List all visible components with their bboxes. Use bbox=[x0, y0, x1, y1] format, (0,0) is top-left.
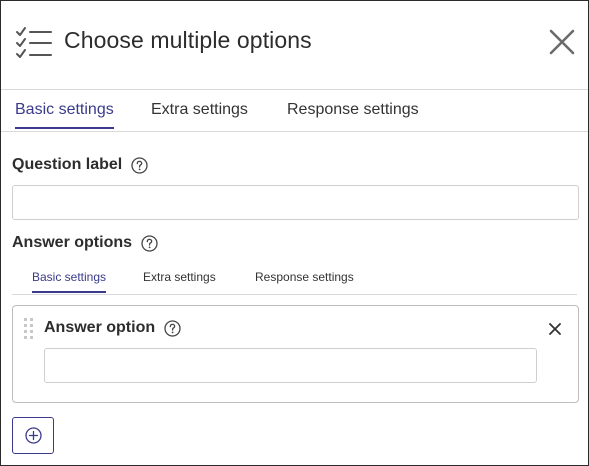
question-label-heading: Question label bbox=[12, 156, 148, 174]
close-icon[interactable] bbox=[548, 28, 576, 56]
help-icon[interactable] bbox=[164, 319, 181, 337]
question-label-input[interactable] bbox=[12, 185, 579, 220]
answer-options-tabs: Basic settings Extra settings Response s… bbox=[12, 263, 577, 295]
subtab-extra-settings[interactable]: Extra settings bbox=[143, 270, 216, 291]
checklist-icon bbox=[16, 27, 52, 58]
choose-multiple-options-panel: Choose multiple options Basic settings E… bbox=[0, 0, 589, 466]
answer-option-text: Answer option bbox=[44, 319, 156, 336]
panel-header: Choose multiple options bbox=[1, 1, 588, 90]
question-label-text: Question label bbox=[12, 156, 123, 173]
answer-options-text: Answer options bbox=[12, 234, 133, 251]
answer-options-heading: Answer options bbox=[12, 234, 158, 252]
drag-handle-icon[interactable] bbox=[23, 317, 35, 341]
add-circle-icon bbox=[24, 427, 42, 444]
close-icon[interactable] bbox=[549, 323, 561, 335]
panel-title: Choose multiple options bbox=[64, 27, 312, 53]
main-tabs: Basic settings Extra settings Response s… bbox=[1, 90, 588, 132]
add-answer-option-button[interactable] bbox=[12, 417, 54, 454]
help-icon[interactable] bbox=[141, 234, 158, 252]
help-icon[interactable] bbox=[131, 156, 148, 174]
answer-option-input[interactable] bbox=[44, 348, 537, 383]
tab-basic-settings[interactable]: Basic settings bbox=[15, 101, 114, 129]
answer-option-heading: Answer option bbox=[44, 319, 181, 337]
tab-extra-settings[interactable]: Extra settings bbox=[151, 101, 248, 127]
tab-response-settings[interactable]: Response settings bbox=[287, 101, 419, 127]
subtab-basic-settings[interactable]: Basic settings bbox=[32, 270, 107, 293]
subtab-response-settings[interactable]: Response settings bbox=[255, 270, 354, 291]
answer-option-card: Answer option bbox=[12, 305, 579, 403]
